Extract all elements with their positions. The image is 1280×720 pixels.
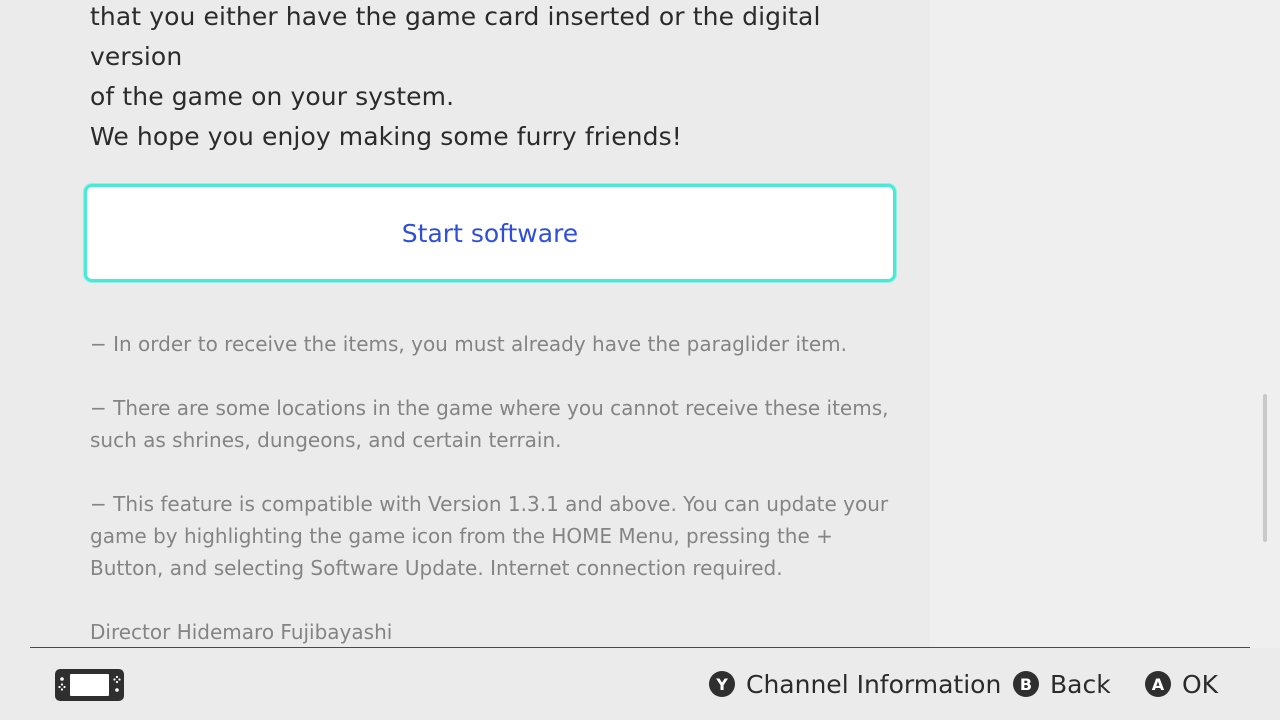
article-paragraph: that you either have the game card inser…: [90, 0, 900, 117]
footer-bar: Y Channel Information B Back A OK: [0, 648, 1280, 720]
start-software-button[interactable]: Start software: [84, 184, 896, 282]
ok-hint[interactable]: A OK: [1145, 666, 1218, 702]
note-paraglider: − In order to receive the items, you mus…: [90, 332, 848, 356]
y-button-icon: Y: [709, 671, 735, 697]
note-version-update: − This feature is compatible with Versio…: [90, 492, 889, 580]
article-paragraph-line: of the game on your system.: [90, 82, 455, 111]
handheld-console-icon: [55, 669, 124, 701]
start-software-label: Start software: [401, 218, 579, 248]
a-button-icon: A: [1145, 671, 1171, 697]
back-hint[interactable]: B Back: [1013, 666, 1111, 702]
article-closing-line: We hope you enjoy making some furry frie…: [90, 122, 682, 151]
channel-information-label: Channel Information: [746, 669, 1002, 699]
scrollbar[interactable]: [1263, 394, 1267, 542]
b-button-icon: B: [1013, 671, 1039, 697]
director-credit: Director Hidemaro Fujibayashi: [90, 620, 393, 644]
right-side-panel: [930, 0, 1280, 648]
news-detail-screen: that you either have the game card inser…: [0, 0, 1280, 720]
back-label: Back: [1050, 669, 1111, 699]
note-locations: − There are some locations in the game w…: [90, 396, 889, 452]
article-paragraph-line: that you either have the game card inser…: [90, 2, 821, 71]
article-content: that you either have the game card inser…: [0, 0, 930, 648]
channel-information-hint[interactable]: Y Channel Information: [709, 666, 1001, 702]
ok-label: OK: [1182, 669, 1219, 699]
